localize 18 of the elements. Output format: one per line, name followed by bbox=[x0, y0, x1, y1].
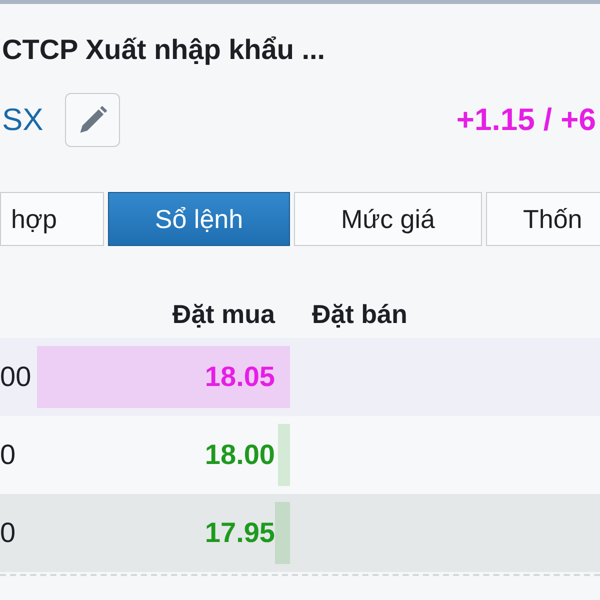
depth-bar bbox=[278, 424, 290, 486]
depth-bar bbox=[275, 502, 290, 564]
volume-cell: 0 bbox=[0, 439, 16, 471]
bid-price: 18.05 bbox=[204, 361, 275, 393]
tab[interactable]: Sổ lệnh bbox=[108, 192, 290, 246]
tab[interactable]: hợp bbox=[0, 192, 104, 246]
bid-price: 18.00 bbox=[204, 439, 275, 471]
column-header: Đặt bán bbox=[311, 298, 408, 330]
stock-name: CTCP Xuất nhập khẩu ... bbox=[1, 33, 326, 67]
price-change: +1.15 / +6 bbox=[456, 102, 597, 138]
tab[interactable]: Mức giá bbox=[294, 192, 482, 246]
column-header: Đặt mua bbox=[171, 298, 276, 330]
volume-cell: 00 bbox=[0, 361, 32, 393]
edit-button[interactable] bbox=[65, 93, 120, 147]
bid-price: 17.95 bbox=[204, 517, 275, 549]
exchange-label: SX bbox=[1, 102, 44, 138]
tab[interactable]: Thốn bbox=[486, 192, 600, 246]
volume-cell: 0 bbox=[0, 517, 16, 549]
